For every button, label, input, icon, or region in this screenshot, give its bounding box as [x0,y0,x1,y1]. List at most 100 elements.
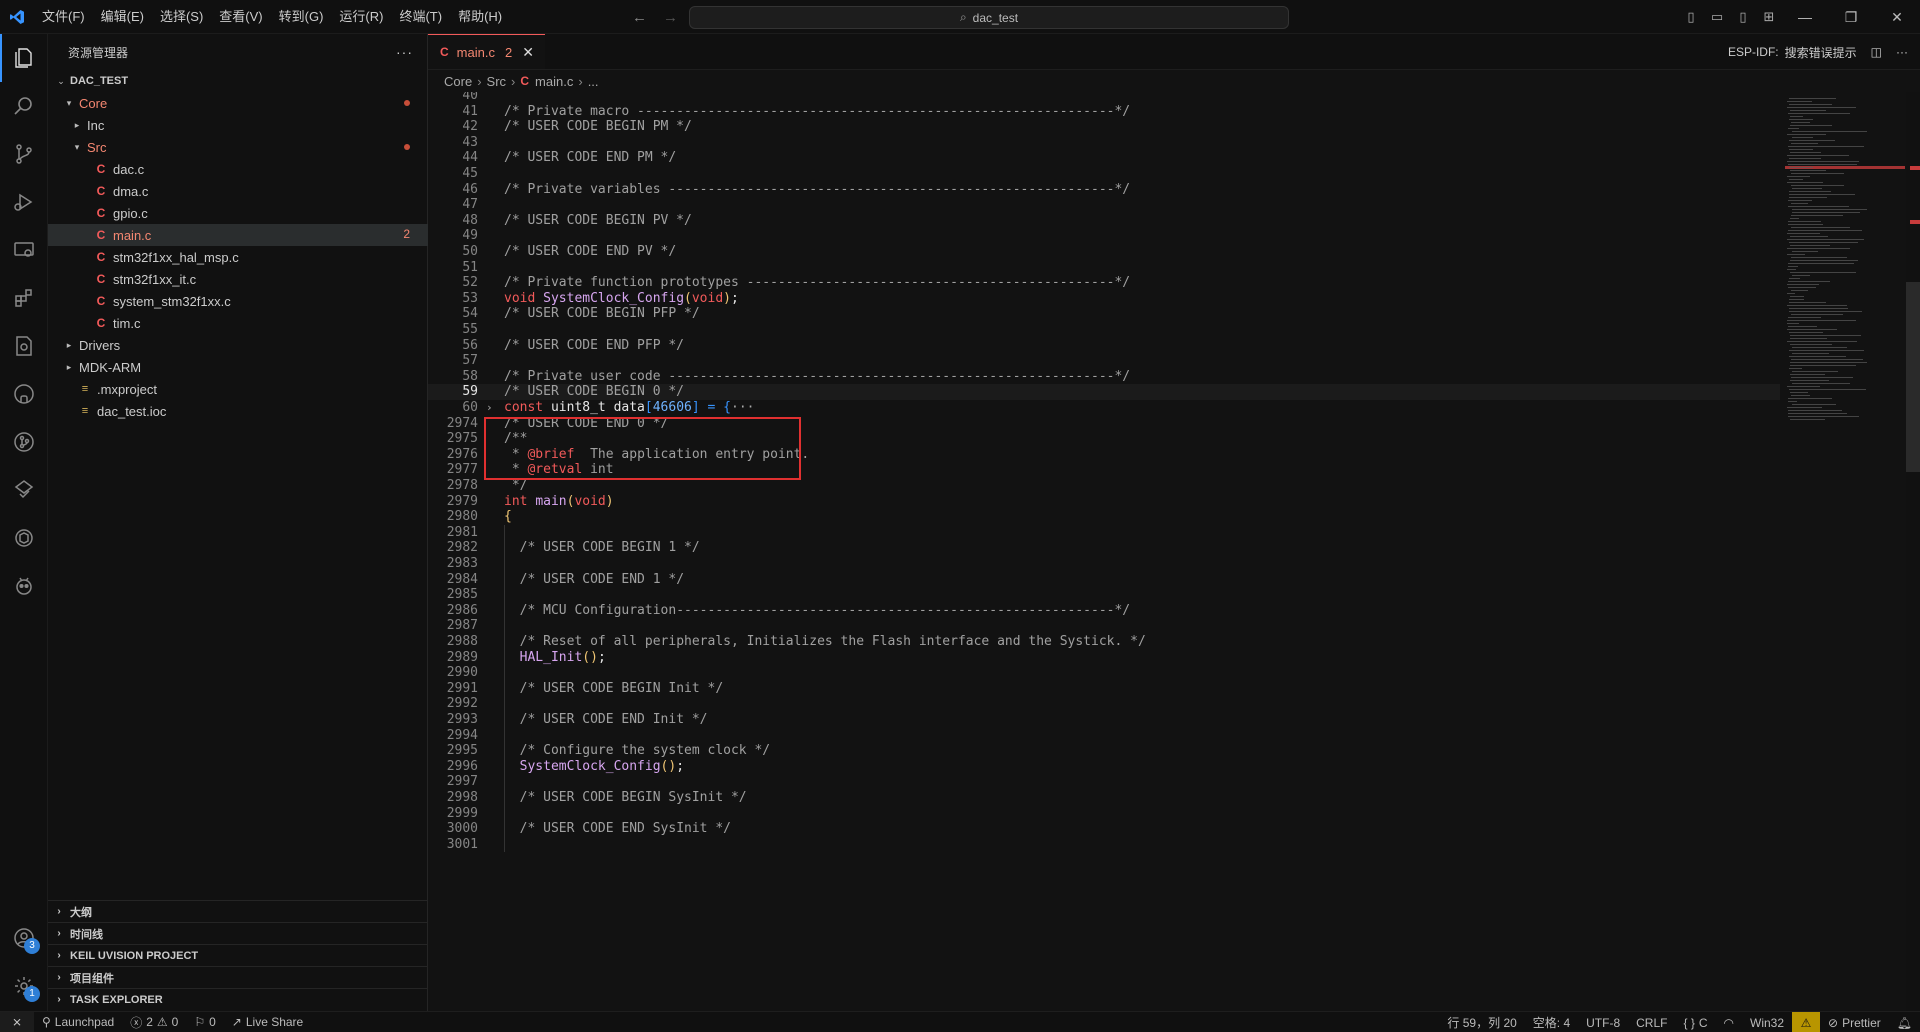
close-tab-icon[interactable]: ✕ [522,44,534,61]
run-debug-icon[interactable] [0,178,48,226]
notifications-icon[interactable]: 🔔︎ [1889,1016,1920,1030]
tree-item[interactable]: ▾ Src [48,136,428,158]
code-line[interactable]: 49 [428,228,1780,244]
tree-item[interactable]: ≡ dac_test.ioc [48,400,428,422]
breadcrumb-src[interactable]: Src [487,74,507,89]
ports-item[interactable]: ⚐ 0 [186,1015,223,1029]
menu-item[interactable]: 转到(G) [271,0,332,34]
code-line[interactable]: 51 [428,260,1780,276]
menu-item[interactable]: 终端(T) [391,0,450,34]
code-line[interactable]: 2992 [428,696,1780,712]
code-line[interactable]: 2982 /* USER CODE BEGIN 1 */ [428,540,1780,556]
remote-indicator-icon[interactable]: ⨯ [0,1011,34,1032]
code-line[interactable]: 58 /* Private user code -----------------… [428,369,1780,385]
platform[interactable]: Win32 [1742,1016,1792,1030]
tree-item[interactable]: Cstm32f1xx_hal_msp.c [48,246,428,268]
toggle-secondary-sidebar-icon[interactable]: ▯ [1730,9,1756,25]
code-line[interactable]: 48 /* USER CODE BEGIN PV */ [428,213,1780,229]
breadcrumb-symbol[interactable]: ... [588,74,599,89]
code-line[interactable]: 2981 [428,525,1780,541]
testing-icon[interactable] [0,466,48,514]
tree-item[interactable]: ▸ MDK-ARM [48,356,428,378]
warning-icon[interactable]: ⚠ [1792,1012,1821,1032]
code-line[interactable]: 54 /* USER CODE BEGIN PFP */ [428,306,1780,322]
forward-arrow-icon[interactable]: → [663,9,678,26]
platformio-icon[interactable] [0,562,48,610]
fold-chevron-icon[interactable]: › [486,400,493,416]
scrollbar-thumb[interactable] [1906,282,1920,472]
language-mode[interactable]: { } C [1675,1016,1715,1030]
code-line[interactable]: 2987 [428,618,1780,634]
problems-item[interactable]: ⓧ 2 ⚠ 0 [122,1014,186,1031]
code-line[interactable]: 57 [428,353,1780,369]
menu-item[interactable]: 运行(R) [331,0,391,34]
code-line[interactable]: 2991 /* USER CODE BEGIN Init */ [428,681,1780,697]
remote-explorer-icon[interactable] [0,226,48,274]
code-line[interactable]: 2979 int main(void) [428,494,1780,510]
code-line[interactable]: 2986 /* MCU Configuration---------------… [428,603,1780,619]
code-line[interactable]: 2985 [428,587,1780,603]
code-line[interactable]: 2997 [428,774,1780,790]
customize-layout-icon[interactable]: ⊞ [1756,9,1782,25]
code-line[interactable]: 45 [428,166,1780,182]
code-line[interactable]: 2980 { [428,509,1780,525]
code-line[interactable]: 43 [428,135,1780,151]
sidebar-panel[interactable]: › 时间线 [48,922,428,944]
cursor-position[interactable]: 行 59，列 20 [1439,1014,1524,1031]
code-line[interactable]: 55 [428,322,1780,338]
search-errors-button[interactable]: 搜索错误提示 [1785,44,1857,61]
extensions-icon[interactable] [0,274,48,322]
code-line[interactable]: 41 /* Private macro ---------------------… [428,104,1780,120]
code-line[interactable]: 2996 SystemClock_Config(); [428,759,1780,775]
stm32-icon[interactable] [0,322,48,370]
explorer-icon[interactable] [0,34,48,82]
indentation[interactable]: 空格: 4 [1525,1014,1578,1031]
code-line[interactable]: 2988 /* Reset of all peripherals, Initia… [428,634,1780,650]
code-line[interactable]: 53 void SystemClock_Config(void); [428,291,1780,307]
code-line[interactable]: 3000 /* USER CODE END SysInit */ [428,821,1780,837]
sidebar-panel[interactable]: › TASK EXPLORER [48,988,428,1010]
code-line[interactable]: 2994 [428,728,1780,744]
tree-item[interactable]: Cmain.c 2 [48,224,428,246]
code-line[interactable]: 2983 [428,556,1780,572]
code-line[interactable]: 2989 HAL_Init(); [428,650,1780,666]
tree-item[interactable]: Cstm32f1xx_it.c [48,268,428,290]
source-control-icon[interactable] [0,130,48,178]
code-editor[interactable]: 40 41 /* Private macro -------------------… [428,92,1780,1011]
toggle-primary-sidebar-icon[interactable]: ▯ [1678,9,1704,25]
tree-item[interactable]: ▾ Core [48,92,428,114]
tree-item[interactable]: Cdac.c [48,158,428,180]
code-line[interactable]: 52 /* Private function prototypes -------… [428,275,1780,291]
search-icon[interactable] [0,82,48,130]
code-line[interactable]: 2993 /* USER CODE END Init */ [428,712,1780,728]
code-line[interactable]: 44 /* USER CODE END PM */ [428,150,1780,166]
minimap[interactable] [1785,92,1905,1011]
tree-item[interactable]: Csystem_stm32f1xx.c [48,290,428,312]
code-line[interactable]: 42 /* USER CODE BEGIN PM */ [428,119,1780,135]
tree-item[interactable]: ▸ Drivers [48,334,428,356]
code-line[interactable]: 2999 [428,806,1780,822]
sync-icon[interactable]: ◠ [1716,1016,1742,1030]
split-editor-icon[interactable]: ◫ [1871,45,1882,59]
sidebar-panel[interactable]: › 大纲 [48,900,428,922]
code-line[interactable]: 3001 [428,837,1780,853]
close-window-button[interactable]: ✕ [1874,9,1920,26]
more-actions-icon[interactable]: ··· [1896,45,1908,59]
launchpad-item[interactable]: ⚲ Launchpad [34,1015,122,1029]
vertical-scrollbar[interactable] [1906,92,1920,1011]
code-line[interactable]: 2984 /* USER CODE END 1 */ [428,572,1780,588]
breadcrumb-core[interactable]: Core [444,74,472,89]
menu-item[interactable]: 文件(F) [34,0,93,34]
back-arrow-icon[interactable]: ← [632,9,647,26]
code-line[interactable]: 2998 /* USER CODE BEGIN SysInit */ [428,790,1780,806]
minimize-button[interactable]: — [1782,9,1828,25]
accounts-icon[interactable]: 3 [0,914,48,962]
tree-item[interactable]: Ctim.c [48,312,428,334]
code-line[interactable]: 47 [428,197,1780,213]
toggle-panel-icon[interactable]: ▭ [1704,9,1730,25]
github-icon[interactable] [0,370,48,418]
code-line[interactable]: 2995 /* Configure the system clock */ [428,743,1780,759]
encoding[interactable]: UTF-8 [1578,1016,1628,1030]
breadcrumb-file[interactable]: main.c [535,74,573,89]
tree-item[interactable]: Cgpio.c [48,202,428,224]
